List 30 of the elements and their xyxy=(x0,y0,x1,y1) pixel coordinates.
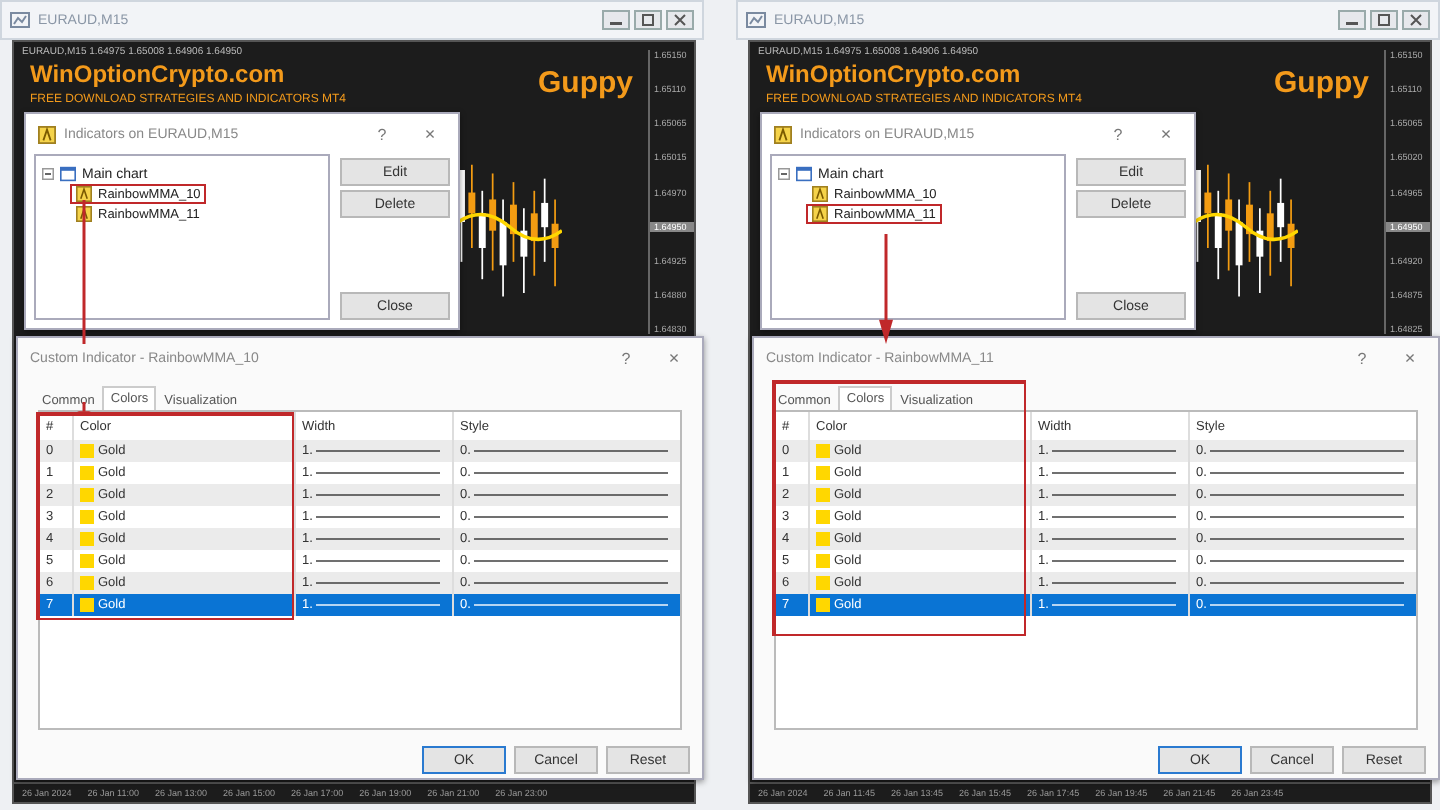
maximize-icon[interactable] xyxy=(634,10,662,30)
close-button[interactable]: × xyxy=(658,348,690,368)
close-icon[interactable] xyxy=(666,10,694,30)
minimize-icon[interactable] xyxy=(602,10,630,30)
close-button[interactable]: × xyxy=(414,124,446,144)
collapse-icon[interactable] xyxy=(42,168,54,180)
help-button[interactable]: ? xyxy=(1094,125,1142,143)
chart-icon xyxy=(796,166,812,182)
indicator-name: Guppy xyxy=(538,66,633,100)
annotation-arrow xyxy=(878,234,894,344)
close-button[interactable]: × xyxy=(1150,124,1182,144)
chart-window-icon xyxy=(10,12,30,28)
indicator-icon xyxy=(76,186,92,202)
chart-icon xyxy=(60,166,76,182)
maximize-icon[interactable] xyxy=(1370,10,1398,30)
indicator-icon xyxy=(812,186,828,202)
collapse-icon[interactable] xyxy=(778,168,790,180)
brand-text: WinOptionCrypto.com xyxy=(766,60,1021,88)
indicator-icon xyxy=(774,125,792,143)
close-button[interactable]: × xyxy=(1394,348,1426,368)
indicator-icon xyxy=(812,206,828,222)
chart-window-icon xyxy=(746,12,766,28)
help-button[interactable]: ? xyxy=(1338,349,1386,367)
help-button[interactable]: ? xyxy=(358,125,406,143)
indicator-name: Guppy xyxy=(1274,66,1369,100)
help-button[interactable]: ? xyxy=(602,349,650,367)
close-icon[interactable] xyxy=(1402,10,1430,30)
indicator-icon xyxy=(38,125,56,143)
brand-text: WinOptionCrypto.com xyxy=(30,60,285,88)
minimize-icon[interactable] xyxy=(1338,10,1366,30)
